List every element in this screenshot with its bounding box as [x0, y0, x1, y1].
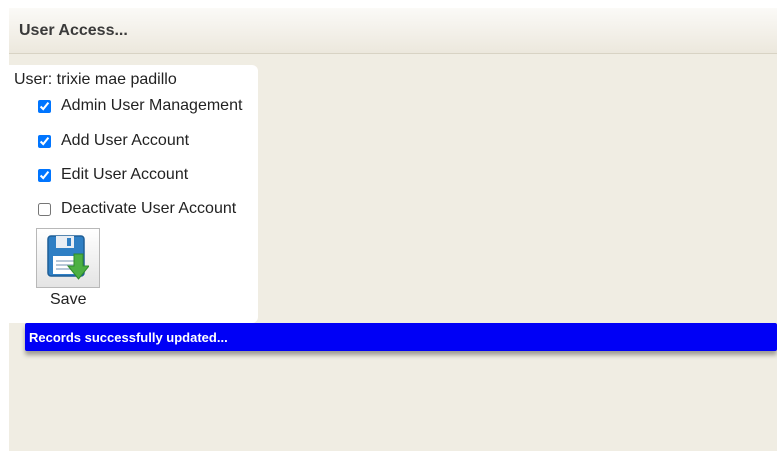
- save-icon-frame: [36, 228, 100, 288]
- panel-header: User Access...: [9, 8, 777, 54]
- user-name-label: User: trixie mae padillo: [14, 71, 177, 88]
- status-message: Records successfully updated...: [29, 330, 228, 345]
- permission-label: Edit User Account: [61, 166, 189, 183]
- panel-title: User Access...: [19, 22, 128, 39]
- permission-label: Add User Account: [61, 132, 190, 149]
- permission-label: Deactivate User Account: [61, 200, 237, 217]
- floppy-disk-download-icon: [47, 235, 89, 280]
- permission-checkbox[interactable]: [38, 202, 51, 216]
- permission-checkbox[interactable]: [38, 168, 51, 182]
- permission-checkbox[interactable]: [38, 134, 51, 148]
- permission-admin-user-management[interactable]: Admin User Management: [38, 96, 242, 116]
- permission-deactivate-user-account[interactable]: Deactivate User Account: [38, 199, 236, 219]
- permission-add-user-account[interactable]: Add User Account: [38, 131, 189, 151]
- permission-edit-user-account[interactable]: Edit User Account: [38, 165, 188, 185]
- permission-checkbox[interactable]: [38, 99, 51, 113]
- user-access-panel: User Access... User: trixie mae padillo …: [9, 8, 777, 451]
- user-access-form: User: trixie mae padillo Admin User Mana…: [9, 65, 258, 323]
- permission-label: Admin User Management: [61, 97, 243, 114]
- status-message-bar: Records successfully updated...: [25, 323, 777, 351]
- save-button-label: Save: [50, 291, 87, 308]
- save-button[interactable]: Save: [36, 228, 100, 312]
